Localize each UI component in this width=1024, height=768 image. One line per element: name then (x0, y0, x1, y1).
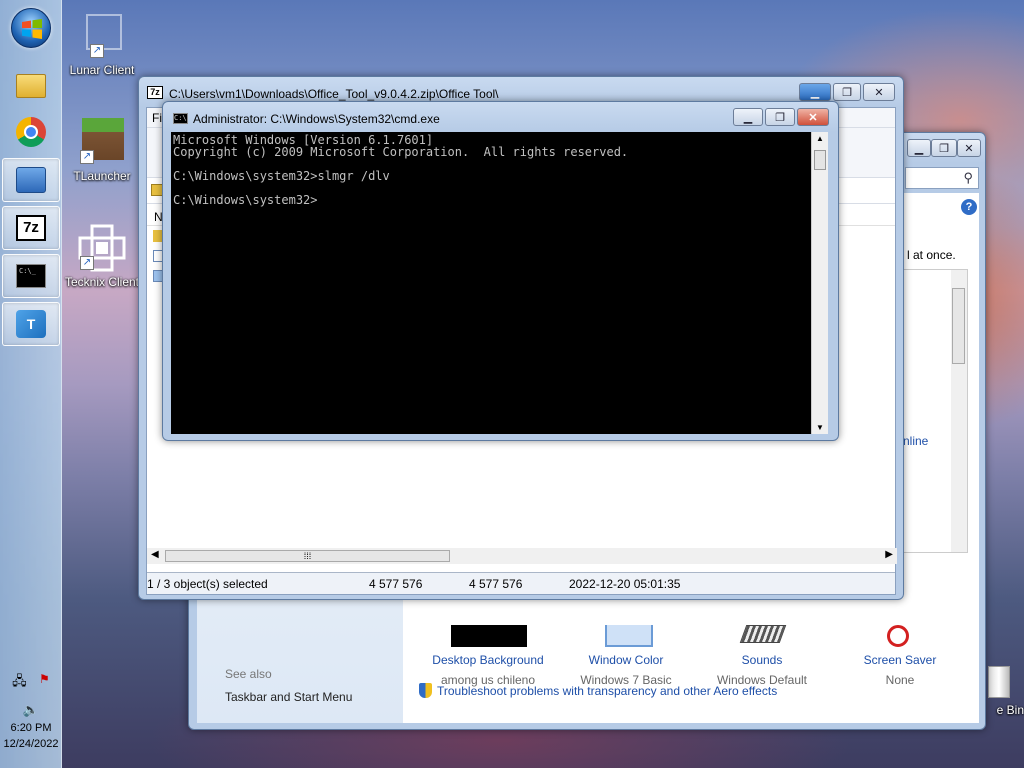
shield-icon (419, 683, 432, 698)
taskbar-chrome[interactable] (2, 110, 60, 154)
lunar-client-icon: ↗ (78, 12, 126, 60)
cmd-icon: C:\_ (16, 264, 46, 288)
maximize-button[interactable]: ❐ (765, 108, 795, 126)
7zip-app-icon: 7z (147, 86, 163, 99)
chrome-icon (16, 117, 46, 147)
start-button[interactable] (11, 8, 51, 48)
recycle-bin-icon (984, 664, 1014, 700)
desktop-icon-tecknix-client[interactable]: ↗ Tecknix Client (62, 224, 142, 289)
desktop-icon-label: Lunar Client (69, 63, 135, 77)
system-tray: 🖧 ⚑ 🔈 6:20 PM 12/24/2022 (0, 668, 62, 768)
sounds-item[interactable]: Sounds Windows Default (697, 625, 827, 687)
clock-time: 6:20 PM (10, 722, 52, 734)
theme-list (902, 269, 968, 553)
theme-list-scrollbar[interactable] (951, 270, 967, 552)
close-button[interactable]: ✕ (957, 139, 981, 157)
desktop-icon-lunar-client[interactable]: ↗ Lunar Client (62, 12, 142, 77)
taskbar-teams[interactable]: T (2, 302, 60, 346)
tecknix-client-icon: ↗ (78, 224, 126, 272)
scroll-thumb[interactable]: ⁞⁞⁞ (165, 550, 450, 562)
status-packed-size: 4 577 576 (469, 577, 523, 591)
help-icon[interactable]: ? (961, 199, 977, 215)
maximize-button[interactable]: ❐ (931, 139, 957, 157)
tlauncher-icon: ↗ (78, 118, 126, 166)
taskbar-start-menu-link[interactable]: Taskbar and Start Menu (225, 690, 352, 704)
sounds-icon (739, 625, 787, 643)
console-output[interactable]: Microsoft Windows [Version 6.1.7601] Copy… (171, 132, 811, 434)
scroll-up-arrow-icon[interactable]: ▲ (816, 134, 824, 143)
scroll-down-arrow-icon[interactable]: ▼ (816, 423, 824, 432)
window-title: Administrator: C:\Windows\System32\cmd.e… (193, 112, 440, 126)
clock-date: 12/24/2022 (3, 738, 59, 750)
taskbar: 7z C:\_ T 🖧 ⚑ 🔈 6:20 PM 12/24/2022 (0, 0, 62, 768)
get-more-themes-online-link[interactable]: nline (903, 434, 928, 448)
minimize-button[interactable]: ▁ (907, 139, 931, 157)
minimize-button[interactable]: ▁ (733, 108, 763, 126)
troubleshoot-link[interactable]: Troubleshoot problems with transparency … (419, 683, 777, 698)
status-size: 4 577 576 (369, 577, 423, 591)
teams-icon: T (16, 310, 46, 338)
vertical-scrollbar[interactable]: ▲ ▼ (811, 132, 828, 434)
horizontal-scrollbar[interactable]: ◀ ⁞⁞⁞ ▶ (147, 548, 897, 564)
7zip-icon: 7z (16, 215, 46, 241)
desktop-icon-label: TLauncher (73, 169, 131, 183)
taskbar-cmd[interactable]: C:\_ (2, 254, 60, 298)
folder-icon (16, 74, 46, 98)
window-color-item[interactable]: Window Color Windows 7 Basic (561, 625, 691, 687)
volume-icon[interactable]: 🔈 (23, 702, 39, 718)
see-also-heading: See also (225, 667, 272, 681)
status-selected: 1 / 3 object(s) selected (147, 577, 268, 591)
minimize-button[interactable]: ▁ (799, 83, 831, 101)
clock[interactable]: 6:20 PM 12/24/2022 (0, 720, 62, 752)
scroll-right-arrow-icon[interactable]: ▶ (885, 549, 893, 560)
partial-description-text: l at once. (907, 248, 956, 262)
cmd-app-icon: C:\ (173, 113, 188, 124)
console-line: C:\Windows\system32>slmgr /dlv (173, 169, 390, 183)
window-title: C:\Users\vm1\Downloads\Office_Tool_v9.0.… (169, 87, 499, 101)
status-bar: 1 / 3 object(s) selected 4 577 576 4 577… (147, 572, 895, 594)
close-button[interactable]: ✕ (797, 108, 829, 126)
windows-logo-icon (22, 19, 42, 39)
network-icon[interactable]: 🖧 (12, 672, 27, 694)
taskbar-7zip[interactable]: 7z (2, 206, 60, 250)
console-line: C:\Windows\system32> (173, 193, 318, 207)
console-line: Copyright (c) 2009 Microsoft Corporation… (173, 145, 629, 159)
desktop-icon-label: Tecknix Client (64, 275, 140, 289)
screen-saver-item[interactable]: Screen Saver None (835, 625, 965, 687)
control-panel-icon (16, 167, 46, 193)
desktop-icon-tlauncher[interactable]: ↗ TLauncher (62, 118, 142, 183)
close-button[interactable]: ✕ (863, 83, 895, 101)
taskbar-file-explorer[interactable] (2, 64, 60, 108)
scroll-thumb[interactable] (814, 150, 826, 170)
window-color-icon (605, 625, 653, 647)
taskbar-control-panel[interactable] (2, 158, 60, 202)
scroll-left-arrow-icon[interactable]: ◀ (151, 549, 159, 560)
desktop-background-thumbnail (451, 625, 527, 647)
menu-file[interactable]: Fi (152, 111, 162, 125)
status-modified: 2022-12-20 05:01:35 (569, 577, 681, 591)
desktop-background-item[interactable]: Desktop Background among us chileno (423, 625, 553, 687)
search-box[interactable]: ⚲ (905, 167, 979, 189)
cmd-window[interactable]: C:\ Administrator: C:\Windows\System32\c… (162, 101, 839, 441)
action-center-flag-icon[interactable]: ⚑ (39, 672, 50, 694)
maximize-button[interactable]: ❐ (833, 83, 861, 101)
search-icon: ⚲ (963, 170, 973, 185)
screen-saver-icon (883, 623, 913, 649)
